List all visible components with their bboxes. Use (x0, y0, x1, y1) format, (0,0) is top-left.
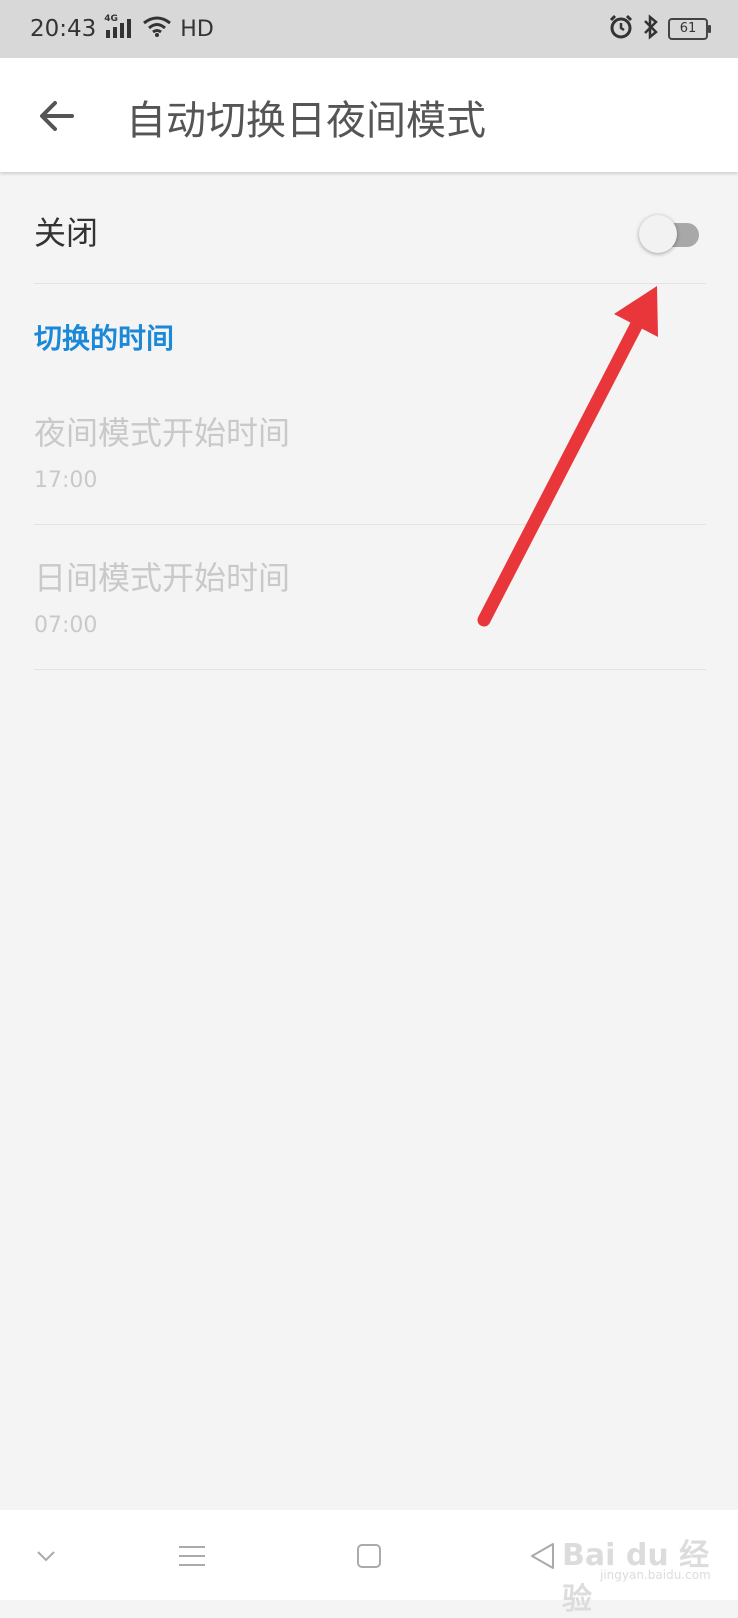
auto-switch-row[interactable]: 关闭 (34, 172, 706, 284)
arrow-left-icon (40, 101, 74, 131)
network-type-label: 4G (104, 14, 118, 24)
app-bar: 自动切换日夜间模式 (0, 58, 738, 172)
day-mode-start-title: 日间模式开始时间 (34, 559, 291, 597)
bluetooth-icon (642, 14, 660, 44)
day-mode-start-row[interactable]: 日间模式开始时间 07:00 (34, 525, 706, 670)
auto-switch-toggle[interactable] (617, 210, 717, 260)
auto-switch-label: 关闭 (34, 214, 99, 252)
day-mode-start-value: 07:00 (34, 613, 98, 638)
chevron-down-icon (37, 1551, 55, 1562)
page-title: 自动切换日夜间模式 (126, 98, 486, 144)
status-right: 61 (608, 14, 711, 44)
battery-icon: 61 (668, 18, 711, 40)
hd-label: HD (180, 16, 214, 42)
nav-back-button[interactable] (520, 1534, 564, 1578)
signal-icon: 4G (104, 14, 134, 40)
nav-menu-button[interactable] (170, 1534, 214, 1578)
alarm-icon (608, 14, 634, 44)
square-icon (357, 1544, 381, 1568)
menu-icon (179, 1546, 205, 1566)
night-mode-start-row[interactable]: 夜间模式开始时间 17:00 (34, 380, 706, 525)
status-left: 20:43 4G HD (30, 14, 214, 44)
baidu-watermark-url: jingyan.baidu.com (600, 1568, 711, 1582)
night-mode-start-title: 夜间模式开始时间 (34, 414, 291, 452)
wifi-icon (142, 14, 172, 44)
nav-home-button[interactable] (347, 1534, 391, 1578)
toggle-thumb (639, 215, 677, 253)
night-mode-start-value: 17:00 (34, 468, 98, 493)
status-time: 20:43 (30, 16, 97, 42)
status-bar: 20:43 4G HD 61 (0, 0, 738, 58)
back-button[interactable] (34, 94, 78, 138)
triangle-back-icon (531, 1543, 554, 1569)
section-header-switch-time: 切换的时间 (34, 322, 175, 355)
nav-hide-button[interactable] (24, 1534, 68, 1578)
